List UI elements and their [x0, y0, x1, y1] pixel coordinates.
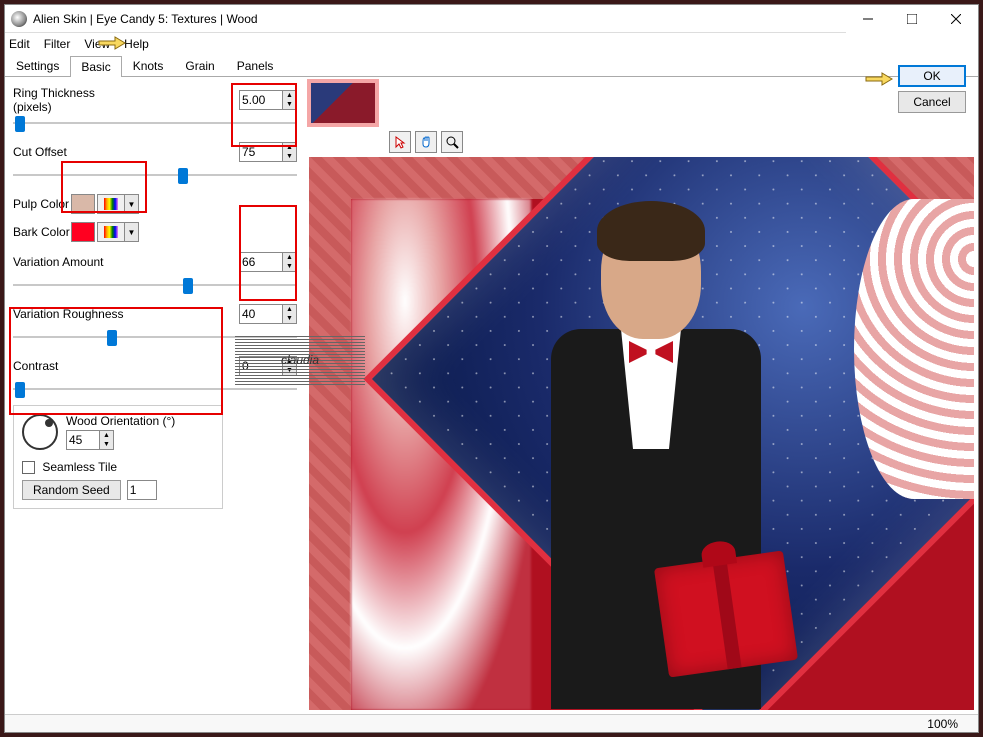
ring-thickness-spinner[interactable]: ▲▼: [283, 90, 297, 110]
variation-roughness-label: Variation Roughness: [13, 307, 133, 321]
cut-offset-slider[interactable]: [13, 167, 297, 183]
hand-icon: [419, 135, 433, 149]
variation-amount-row: Variation Amount ▲▼: [13, 249, 297, 275]
random-seed-button[interactable]: Random Seed: [22, 480, 121, 500]
menubar: Edit Filter View Help: [5, 33, 978, 55]
magnifier-icon: [445, 135, 459, 149]
tabbar: Settings Basic Knots Grain Panels: [5, 55, 978, 77]
ring-thickness-label: Ring Thickness (pixels): [13, 86, 133, 114]
cancel-button[interactable]: Cancel: [898, 91, 966, 113]
pulp-color-row: Pulp Color ▼: [13, 191, 297, 217]
tab-panels[interactable]: Panels: [226, 55, 285, 76]
pointer-cursor-icon: [97, 29, 127, 51]
variation-roughness-row: Variation Roughness ▲▼: [13, 301, 297, 327]
settings-panel: Ring Thickness (pixels) ▲▼ Cut Offset ▲▼: [5, 77, 305, 714]
preview-image: [351, 199, 974, 710]
ring-thickness-input[interactable]: [239, 90, 283, 110]
rainbow-icon: [104, 226, 118, 238]
random-seed-input[interactable]: [127, 480, 157, 500]
window-controls: [846, 5, 978, 33]
seamless-tile-checkbox[interactable]: [22, 461, 35, 474]
orientation-group: Wood Orientation (°) ▲▼ Seamless Tile Ra…: [13, 405, 223, 509]
bark-color-label: Bark Color: [13, 225, 71, 239]
rainbow-icon: [104, 198, 118, 210]
person-figure: [511, 199, 791, 710]
minimize-button[interactable]: [846, 5, 890, 33]
preview-canvas[interactable]: [309, 157, 974, 710]
pointer-cursor-icon: [864, 65, 894, 87]
menu-edit[interactable]: Edit: [9, 37, 30, 51]
seamless-tile-row: Seamless Tile: [22, 460, 214, 474]
wood-orientation-spinner[interactable]: ▲▼: [100, 430, 114, 450]
thumbnail-preview[interactable]: [307, 79, 379, 127]
menu-help[interactable]: Help: [124, 37, 149, 51]
variation-amount-slider[interactable]: [13, 277, 297, 293]
minimize-icon: [863, 14, 873, 24]
close-icon: [951, 14, 961, 24]
watermark: claudia: [235, 335, 365, 385]
tab-grain[interactable]: Grain: [174, 55, 225, 76]
orientation-dial[interactable]: [22, 414, 58, 450]
pulp-color-picker[interactable]: [97, 194, 125, 214]
menu-filter[interactable]: Filter: [44, 37, 71, 51]
bark-color-picker[interactable]: [97, 222, 125, 242]
dialog-buttons: OK Cancel: [898, 65, 966, 113]
variation-roughness-input[interactable]: [239, 304, 283, 324]
contrast-label: Contrast: [13, 359, 133, 373]
variation-amount-label: Variation Amount: [13, 255, 133, 269]
wood-orientation-label: Wood Orientation (°): [66, 414, 175, 428]
bark-color-swatch[interactable]: [71, 222, 95, 242]
ok-button[interactable]: OK: [898, 65, 966, 87]
preview-tools: [389, 131, 463, 153]
hand-tool[interactable]: [415, 131, 437, 153]
titlebar: Alien Skin | Eye Candy 5: Textures | Woo…: [5, 5, 978, 33]
close-button[interactable]: [934, 5, 978, 33]
pointer-icon: [393, 135, 407, 149]
pulp-color-label: Pulp Color: [13, 197, 71, 211]
pulp-color-swatch[interactable]: [71, 194, 95, 214]
zoom-tool[interactable]: [441, 131, 463, 153]
pointer-tool[interactable]: [389, 131, 411, 153]
bark-color-row: Bark Color ▼: [13, 219, 297, 245]
bark-color-dropdown[interactable]: ▼: [125, 222, 139, 242]
dialog-window: Alien Skin | Eye Candy 5: Textures | Woo…: [4, 4, 979, 733]
maximize-button[interactable]: [890, 5, 934, 33]
variation-amount-input[interactable]: [239, 252, 283, 272]
window-title: Alien Skin | Eye Candy 5: Textures | Woo…: [33, 12, 846, 26]
cut-offset-row: Cut Offset ▲▼: [13, 139, 297, 165]
ring-thickness-slider[interactable]: [13, 115, 297, 131]
seamless-tile-label: Seamless Tile: [42, 460, 117, 474]
variation-amount-spinner[interactable]: ▲▼: [283, 252, 297, 272]
preview-panel: [305, 77, 978, 714]
variation-roughness-spinner[interactable]: ▲▼: [283, 304, 297, 324]
app-icon: [11, 11, 27, 27]
statusbar: 100%: [5, 714, 978, 732]
tab-knots[interactable]: Knots: [122, 55, 175, 76]
swirl-decoration: [854, 199, 974, 499]
wood-orientation-input[interactable]: [66, 430, 100, 450]
tab-basic[interactable]: Basic: [70, 56, 121, 77]
maximize-icon: [907, 14, 917, 24]
cut-offset-input[interactable]: [239, 142, 283, 162]
zoom-level: 100%: [927, 717, 958, 731]
cut-offset-label: Cut Offset: [13, 145, 133, 159]
ring-thickness-row: Ring Thickness (pixels) ▲▼: [13, 87, 297, 113]
pulp-color-dropdown[interactable]: ▼: [125, 194, 139, 214]
tab-settings[interactable]: Settings: [5, 55, 70, 76]
cut-offset-spinner[interactable]: ▲▼: [283, 142, 297, 162]
content-area: Ring Thickness (pixels) ▲▼ Cut Offset ▲▼: [5, 77, 978, 714]
